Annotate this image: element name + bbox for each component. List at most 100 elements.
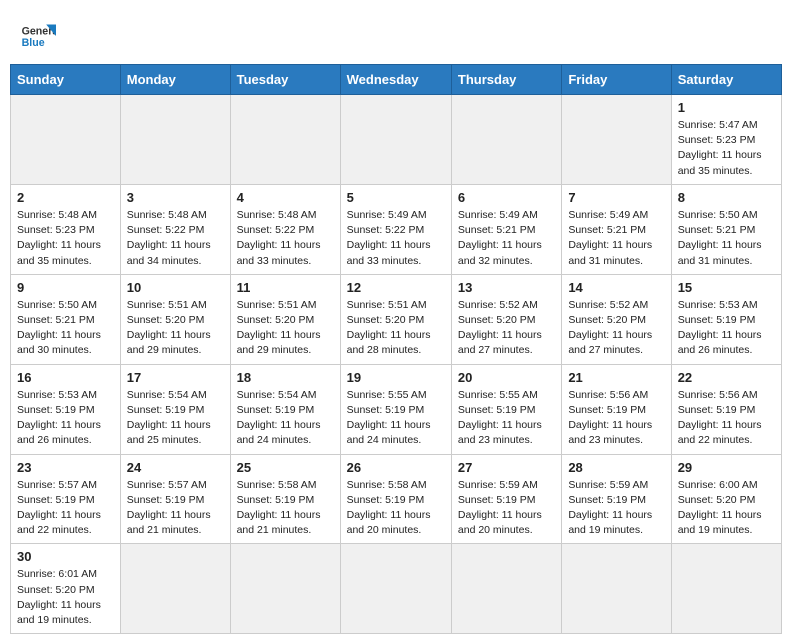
day-number: 14: [568, 280, 664, 295]
day-number: 29: [678, 460, 775, 475]
day-info: Sunrise: 6:00 AMSunset: 5:20 PMDaylight:…: [678, 478, 775, 539]
calendar-cell: [340, 544, 451, 634]
day-info: Sunrise: 5:49 AMSunset: 5:21 PMDaylight:…: [458, 208, 555, 269]
day-number: 21: [568, 370, 664, 385]
calendar-cell: 26 Sunrise: 5:58 AMSunset: 5:19 PMDayligh…: [340, 454, 451, 544]
day-info: Sunrise: 5:50 AMSunset: 5:21 PMDaylight:…: [17, 298, 114, 359]
day-number: 19: [347, 370, 445, 385]
day-info: Sunrise: 5:52 AMSunset: 5:20 PMDaylight:…: [458, 298, 555, 359]
day-number: 27: [458, 460, 555, 475]
day-number: 1: [678, 100, 775, 115]
day-number: 25: [237, 460, 334, 475]
day-number: 13: [458, 280, 555, 295]
calendar-cell: [451, 544, 561, 634]
day-number: 11: [237, 280, 334, 295]
day-number: 26: [347, 460, 445, 475]
calendar-cell: 6 Sunrise: 5:49 AMSunset: 5:21 PMDaylight…: [451, 184, 561, 274]
calendar-cell: 24 Sunrise: 5:57 AMSunset: 5:19 PMDayligh…: [120, 454, 230, 544]
svg-text:Blue: Blue: [22, 37, 45, 49]
calendar-wrapper: SundayMondayTuesdayWednesdayThursdayFrid…: [0, 64, 792, 644]
day-number: 15: [678, 280, 775, 295]
day-info: Sunrise: 5:52 AMSunset: 5:20 PMDaylight:…: [568, 298, 664, 359]
day-info: Sunrise: 5:55 AMSunset: 5:19 PMDaylight:…: [458, 388, 555, 449]
day-info: Sunrise: 5:59 AMSunset: 5:19 PMDaylight:…: [568, 478, 664, 539]
weekday-saturday: Saturday: [671, 65, 781, 95]
calendar-cell: 19 Sunrise: 5:55 AMSunset: 5:19 PMDayligh…: [340, 364, 451, 454]
day-number: 2: [17, 190, 114, 205]
calendar-cell: [230, 95, 340, 185]
day-number: 3: [127, 190, 224, 205]
week-row-2: 2 Sunrise: 5:48 AMSunset: 5:23 PMDaylight…: [11, 184, 782, 274]
calendar-cell: 22 Sunrise: 5:56 AMSunset: 5:19 PMDayligh…: [671, 364, 781, 454]
day-info: Sunrise: 5:53 AMSunset: 5:19 PMDaylight:…: [678, 298, 775, 359]
calendar-cell: 2 Sunrise: 5:48 AMSunset: 5:23 PMDaylight…: [11, 184, 121, 274]
calendar-cell: 28 Sunrise: 5:59 AMSunset: 5:19 PMDayligh…: [562, 454, 671, 544]
day-info: Sunrise: 5:48 AMSunset: 5:23 PMDaylight:…: [17, 208, 114, 269]
week-row-1: 1 Sunrise: 5:47 AMSunset: 5:23 PMDaylight…: [11, 95, 782, 185]
day-info: Sunrise: 5:57 AMSunset: 5:19 PMDaylight:…: [17, 478, 114, 539]
calendar-cell: 17 Sunrise: 5:54 AMSunset: 5:19 PMDayligh…: [120, 364, 230, 454]
calendar-cell: 8 Sunrise: 5:50 AMSunset: 5:21 PMDaylight…: [671, 184, 781, 274]
calendar-cell: [671, 544, 781, 634]
day-number: 8: [678, 190, 775, 205]
calendar-cell: 15 Sunrise: 5:53 AMSunset: 5:19 PMDayligh…: [671, 274, 781, 364]
day-number: 6: [458, 190, 555, 205]
week-row-4: 16Sunrise: 5:53 AMSunset: 5:19 PMDayligh…: [11, 364, 782, 454]
weekday-friday: Friday: [562, 65, 671, 95]
day-info: Sunrise: 5:58 AMSunset: 5:19 PMDaylight:…: [237, 478, 334, 539]
day-info: Sunrise: 5:58 AMSunset: 5:19 PMDaylight:…: [347, 478, 445, 539]
day-info: Sunrise: 5:49 AMSunset: 5:21 PMDaylight:…: [568, 208, 664, 269]
calendar-table: SundayMondayTuesdayWednesdayThursdayFrid…: [10, 64, 782, 634]
day-info: Sunrise: 5:51 AMSunset: 5:20 PMDaylight:…: [347, 298, 445, 359]
calendar-cell: 12 Sunrise: 5:51 AMSunset: 5:20 PMDayligh…: [340, 274, 451, 364]
day-number: 17: [127, 370, 224, 385]
calendar-cell: 10Sunrise: 5:51 AMSunset: 5:20 PMDayligh…: [120, 274, 230, 364]
day-info: Sunrise: 5:59 AMSunset: 5:19 PMDaylight:…: [458, 478, 555, 539]
calendar-cell: 3 Sunrise: 5:48 AMSunset: 5:22 PMDaylight…: [120, 184, 230, 274]
calendar-cell: 16Sunrise: 5:53 AMSunset: 5:19 PMDayligh…: [11, 364, 121, 454]
day-info: Sunrise: 5:50 AMSunset: 5:21 PMDaylight:…: [678, 208, 775, 269]
weekday-thursday: Thursday: [451, 65, 561, 95]
calendar-cell: 30 Sunrise: 6:01 AMSunset: 5:20 PMDayligh…: [11, 544, 121, 634]
week-row-5: 23 Sunrise: 5:57 AMSunset: 5:19 PMDayligh…: [11, 454, 782, 544]
day-info: Sunrise: 5:51 AMSunset: 5:20 PMDaylight:…: [127, 298, 224, 359]
day-info: Sunrise: 5:55 AMSunset: 5:19 PMDaylight:…: [347, 388, 445, 449]
day-number: 30: [17, 549, 114, 564]
day-info: Sunrise: 5:56 AMSunset: 5:19 PMDaylight:…: [678, 388, 775, 449]
calendar-cell: 27 Sunrise: 5:59 AMSunset: 5:19 PMDayligh…: [451, 454, 561, 544]
day-number: 4: [237, 190, 334, 205]
calendar-cell: 11 Sunrise: 5:51 AMSunset: 5:20 PMDayligh…: [230, 274, 340, 364]
weekday-tuesday: Tuesday: [230, 65, 340, 95]
calendar-cell: 25 Sunrise: 5:58 AMSunset: 5:19 PMDayligh…: [230, 454, 340, 544]
weekday-wednesday: Wednesday: [340, 65, 451, 95]
calendar-cell: 4Sunrise: 5:48 AMSunset: 5:22 PMDaylight…: [230, 184, 340, 274]
weekday-monday: Monday: [120, 65, 230, 95]
day-info: Sunrise: 6:01 AMSunset: 5:20 PMDaylight:…: [17, 567, 114, 628]
day-info: Sunrise: 5:48 AMSunset: 5:22 PMDaylight:…: [127, 208, 224, 269]
week-row-3: 9Sunrise: 5:50 AMSunset: 5:21 PMDaylight…: [11, 274, 782, 364]
day-number: 28: [568, 460, 664, 475]
day-number: 20: [458, 370, 555, 385]
day-info: Sunrise: 5:57 AMSunset: 5:19 PMDaylight:…: [127, 478, 224, 539]
day-info: Sunrise: 5:51 AMSunset: 5:20 PMDaylight:…: [237, 298, 334, 359]
calendar-cell: 5Sunrise: 5:49 AMSunset: 5:22 PMDaylight…: [340, 184, 451, 274]
day-number: 23: [17, 460, 114, 475]
day-number: 7: [568, 190, 664, 205]
calendar-cell: [562, 544, 671, 634]
calendar-cell: 23 Sunrise: 5:57 AMSunset: 5:19 PMDayligh…: [11, 454, 121, 544]
calendar-cell: 29 Sunrise: 6:00 AMSunset: 5:20 PMDayligh…: [671, 454, 781, 544]
day-info: Sunrise: 5:47 AMSunset: 5:23 PMDaylight:…: [678, 118, 775, 179]
day-info: Sunrise: 5:56 AMSunset: 5:19 PMDaylight:…: [568, 388, 664, 449]
day-number: 24: [127, 460, 224, 475]
week-row-6: 30 Sunrise: 6:01 AMSunset: 5:20 PMDayligh…: [11, 544, 782, 634]
day-info: Sunrise: 5:53 AMSunset: 5:19 PMDaylight:…: [17, 388, 114, 449]
day-info: Sunrise: 5:54 AMSunset: 5:19 PMDaylight:…: [127, 388, 224, 449]
calendar-cell: [230, 544, 340, 634]
calendar-cell: 1 Sunrise: 5:47 AMSunset: 5:23 PMDaylight…: [671, 95, 781, 185]
day-number: 12: [347, 280, 445, 295]
calendar-cell: [120, 544, 230, 634]
day-number: 22: [678, 370, 775, 385]
day-number: 18: [237, 370, 334, 385]
day-info: Sunrise: 5:49 AMSunset: 5:22 PMDaylight:…: [347, 208, 445, 269]
calendar-cell: 13 Sunrise: 5:52 AMSunset: 5:20 PMDayligh…: [451, 274, 561, 364]
